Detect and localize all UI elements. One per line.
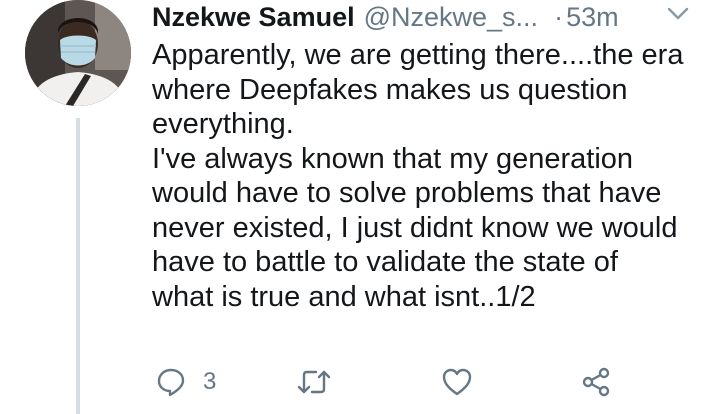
reply-bubble-icon — [157, 368, 185, 397]
thread-line — [76, 118, 80, 414]
retweet-icon — [297, 370, 331, 394]
reply-button[interactable]: 3 — [156, 360, 216, 404]
tweet-text-line: I've always known that my generation — [152, 142, 634, 175]
retweet-button[interactable] — [296, 360, 332, 404]
tweet-text-line: where Deepfakes makes us question — [152, 73, 628, 106]
tweet-text-line: everything. — [152, 108, 294, 140]
separator-dot: · — [554, 2, 564, 32]
tweet-text-line: would have to solve problems that have — [152, 177, 662, 209]
share-button[interactable] — [580, 360, 612, 404]
tweet: Nzekwe Samuel @Nzekwe_s... · 53m Apparen… — [0, 0, 720, 414]
tweet-actions: 3 — [152, 360, 632, 404]
avatar[interactable] — [25, 0, 131, 106]
heart-icon — [442, 368, 472, 396]
tweet-text-line: Apparently, we are getting there....the … — [152, 39, 684, 71]
display-name[interactable]: Nzekwe Samuel — [152, 0, 355, 34]
tweet-header: Nzekwe Samuel @Nzekwe_s... · 53m — [152, 0, 619, 34]
tweet-text: Apparently, we are getting there....the … — [152, 38, 712, 314]
user-handle[interactable]: @Nzekwe_s... — [364, 0, 538, 34]
share-icon — [582, 367, 610, 397]
reply-count: 3 — [203, 368, 217, 395]
tweet-text-line: what is true and what isnt..1/2 — [152, 280, 536, 313]
chevron-down-icon[interactable] — [666, 6, 690, 22]
tweet-text-line: never existed, I just didnt know we woul… — [152, 211, 678, 244]
avatar-photo — [25, 0, 131, 106]
like-button[interactable] — [441, 360, 473, 404]
tweet-text-line: have to battle to validate the state of — [152, 246, 618, 278]
timestamp[interactable]: 53m — [566, 0, 619, 34]
